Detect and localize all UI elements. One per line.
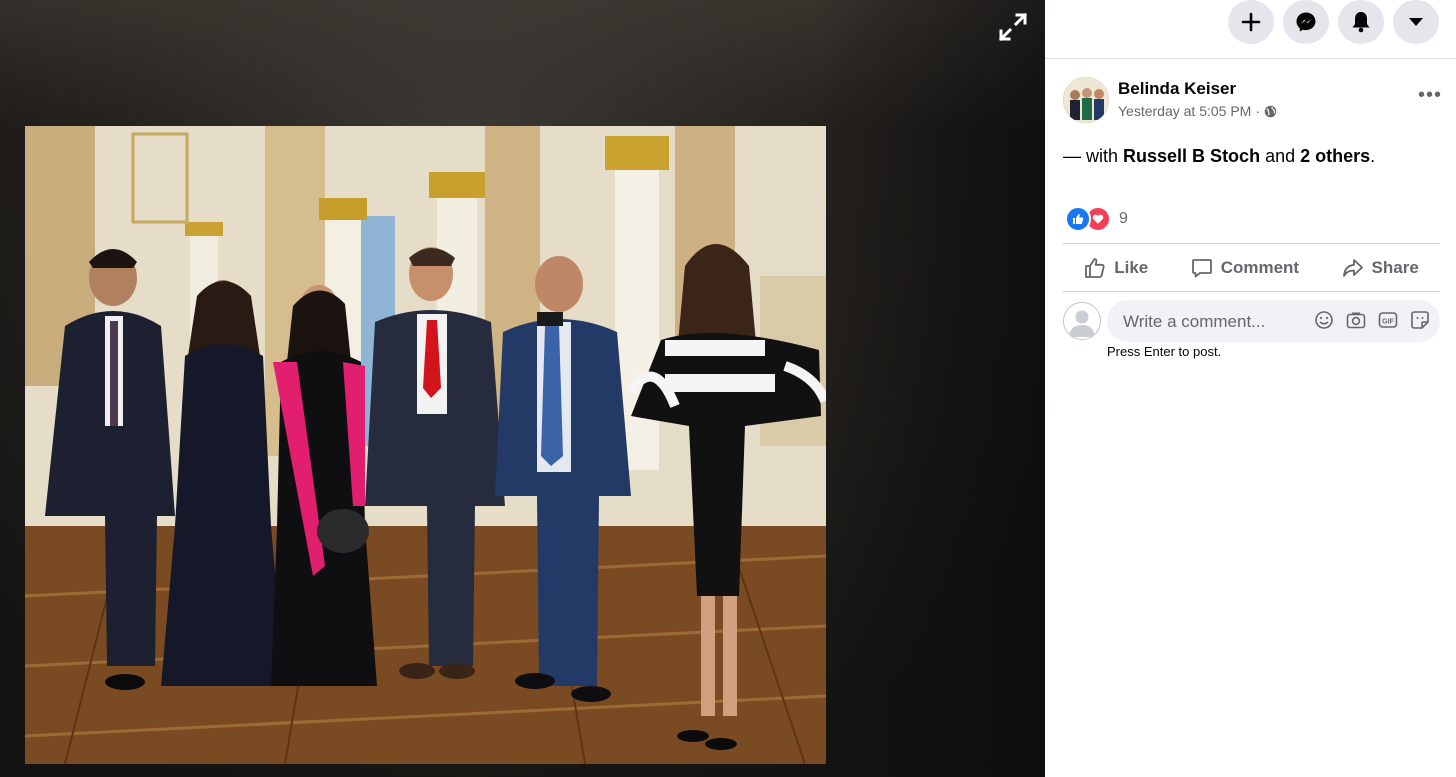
post-sidebar: Belinda Keiser Yesterday at 5:05 PM · ••… (1045, 0, 1456, 777)
meta-separator: · (1255, 103, 1261, 119)
tagged-line: — with Russell B Stoch and 2 others. (1063, 146, 1375, 167)
like-reaction-icon (1065, 206, 1091, 232)
like-button[interactable]: Like (1076, 253, 1156, 283)
top-toolbar (1045, 0, 1456, 59)
comment-tools: GIF (1314, 310, 1430, 330)
comment-button[interactable]: Comment (1183, 253, 1307, 283)
comment-label: Comment (1220, 258, 1300, 277)
plus-icon[interactable] (1228, 0, 1274, 44)
and-text: and (1265, 146, 1296, 166)
post-meta: Yesterday at 5:05 PM · (1118, 103, 1277, 119)
tagged-person-link[interactable]: Russell B Stoch (1123, 146, 1260, 166)
reaction-count[interactable]: 9 (1119, 210, 1128, 228)
post-photo[interactable] (25, 126, 826, 764)
photo-viewer (0, 0, 1045, 777)
expand-arrows-icon[interactable] (996, 10, 1030, 44)
user-avatar-icon[interactable] (1063, 302, 1101, 340)
comment-icon (1191, 259, 1212, 278)
divider (1063, 243, 1440, 244)
share-icon (1342, 259, 1363, 277)
post-header: Belinda Keiser Yesterday at 5:05 PM · ••… (1063, 77, 1443, 127)
gif-icon[interactable]: GIF (1378, 310, 1398, 330)
messenger-icon[interactable] (1283, 0, 1329, 44)
sticker-icon[interactable] (1410, 310, 1430, 330)
post-author[interactable]: Belinda Keiser (1118, 79, 1236, 99)
caret-down-icon[interactable] (1393, 0, 1439, 44)
share-label: Share (1371, 258, 1419, 277)
comment-input[interactable] (1121, 310, 1305, 334)
avatar[interactable] (1063, 77, 1109, 123)
globe-icon[interactable] (1264, 105, 1277, 118)
like-label: Like (1114, 258, 1149, 277)
with-prefix: — with (1063, 146, 1119, 166)
more-options-icon[interactable]: ••• (1415, 85, 1445, 111)
bell-icon[interactable] (1338, 0, 1384, 44)
divider (1063, 291, 1440, 292)
emoji-icon[interactable] (1314, 310, 1334, 330)
backdrop-shade (815, 0, 1045, 777)
comment-input-wrapper: GIF (1107, 300, 1440, 342)
post-timestamp[interactable]: Yesterday at 5:05 PM (1118, 103, 1251, 119)
period: . (1370, 146, 1376, 166)
post-hint: Press Enter to post. (1107, 344, 1222, 359)
post-actions: Like Comment Share (1063, 246, 1440, 290)
reaction-summary[interactable]: 9 (1065, 206, 1128, 232)
others-link[interactable]: 2 others (1300, 146, 1370, 166)
svg-text:GIF: GIF (1382, 318, 1394, 325)
thumbs-up-icon (1085, 258, 1105, 278)
share-button[interactable]: Share (1334, 253, 1427, 283)
camera-icon[interactable] (1346, 310, 1366, 330)
comment-composer: GIF (1063, 300, 1440, 342)
